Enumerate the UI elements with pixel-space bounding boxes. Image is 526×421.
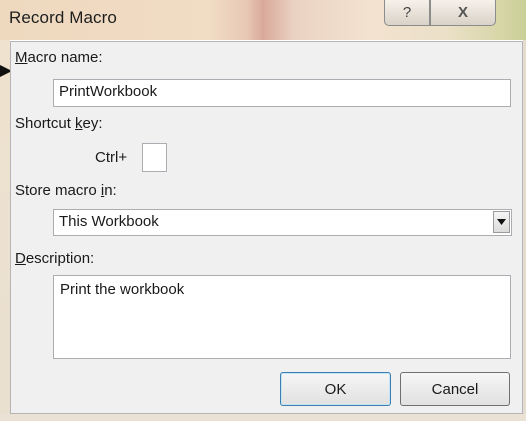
shortcut-key-input[interactable] [142,143,167,172]
description-textarea[interactable]: Print the workbook [53,275,511,359]
window-frame-bottom [0,414,526,421]
macro-name-input[interactable]: PrintWorkbook [53,79,511,107]
window-frame-left [0,40,10,421]
store-macro-select[interactable]: This Workbook [53,209,512,236]
store-macro-label: Store macro in: [15,182,117,199]
description-label: Description: [15,250,95,267]
title-bar: Record Macro ? X [0,0,526,40]
ok-button[interactable]: OK [280,372,391,406]
macro-name-label: Macro name: [15,49,103,66]
dialog-title: Record Macro [9,8,117,27]
close-icon: X [457,4,468,21]
help-button[interactable]: ? [384,0,430,26]
shortcut-key-label: Shortcut key: [15,115,103,132]
cancel-button[interactable]: Cancel [400,372,510,406]
ctrl-prefix-label: Ctrl+ [95,149,128,166]
chevron-down-icon [497,219,506,225]
close-button[interactable]: X [430,0,496,26]
dropdown-button[interactable] [493,211,510,233]
store-macro-value: This Workbook [59,213,159,230]
help-icon: ? [402,4,412,21]
